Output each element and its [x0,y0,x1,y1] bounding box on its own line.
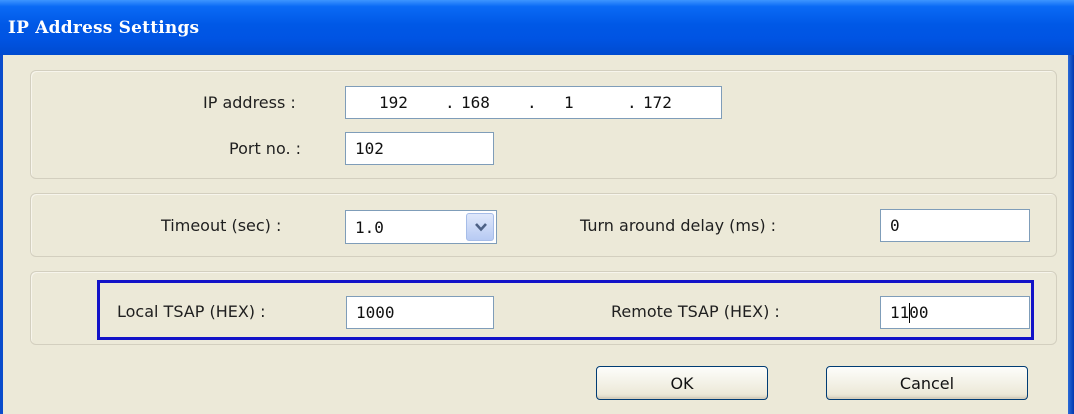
ip-address-field[interactable]: 192 . 168 . 1 . 172 [345,86,722,119]
turnaround-delay-value: 0 [890,216,900,235]
local-tsap-field[interactable]: 1000 [346,296,494,329]
text-caret [909,303,910,323]
timeout-value: 1.0 [355,218,384,237]
port-value: 102 [355,139,384,158]
turnaround-delay-field[interactable]: 0 [880,209,1030,242]
remote-tsap-label: Remote TSAP (HEX) : [611,302,780,321]
ok-button[interactable]: OK [596,366,768,400]
ip-dot-2: . [527,93,537,112]
timeout-dropdown-button[interactable] [466,213,494,241]
window-border-left [0,55,3,414]
ip-octet-1[interactable]: 192 [379,93,408,112]
ip-octet-4[interactable]: 172 [643,93,672,112]
port-field[interactable]: 102 [345,132,494,165]
local-tsap-value: 1000 [356,303,395,322]
window-border-right [1068,55,1074,414]
chevron-down-icon [475,223,487,232]
title-bar[interactable]: IP Address Settings [0,0,1074,55]
cancel-button[interactable]: Cancel [826,366,1028,400]
ip-address-settings-dialog: IP Address Settings IP address : 192 . 1… [0,0,1074,414]
window-title: IP Address Settings [8,18,200,38]
local-tsap-label: Local TSAP (HEX) : [117,302,266,321]
ip-octet-3[interactable]: 1 [564,93,574,112]
ip-dot-1: . [445,93,455,112]
timeout-select[interactable]: 1.0 [345,210,497,244]
ip-dot-3: . [627,93,637,112]
ip-address-label: IP address : [203,93,296,112]
remote-tsap-field[interactable]: 1100 [880,296,1030,329]
timeout-label: Timeout (sec) : [161,216,282,235]
ip-octet-2[interactable]: 168 [461,93,490,112]
port-label: Port no. : [229,139,302,158]
turnaround-delay-label: Turn around delay (ms) : [580,216,777,235]
